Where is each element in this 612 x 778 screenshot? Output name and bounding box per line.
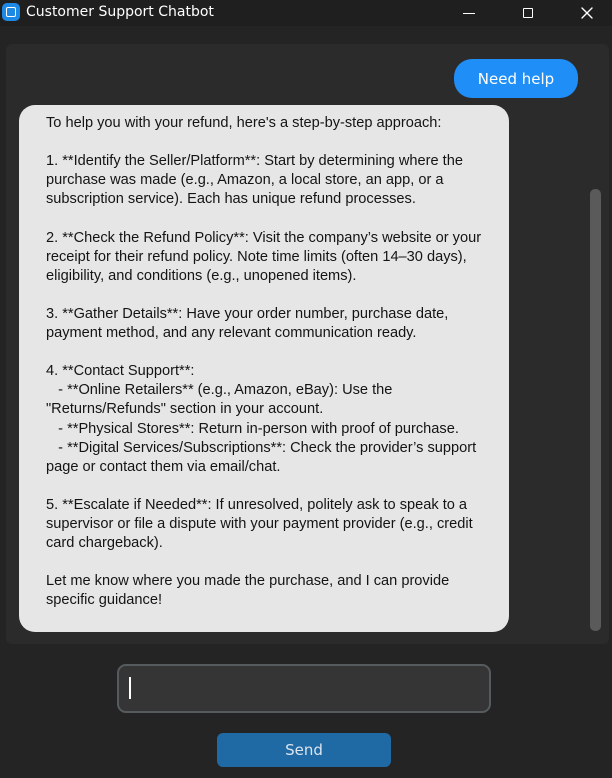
chat-history-panel[interactable]: Need help To help you with your refund, … (6, 44, 609, 644)
message-input[interactable] (117, 664, 491, 713)
app-icon (2, 3, 20, 21)
window-title: Customer Support Chatbot (26, 4, 214, 20)
close-button[interactable] (564, 0, 610, 26)
user-message-bubble: Need help (454, 59, 578, 98)
minimize-button[interactable] (446, 0, 492, 26)
bot-message-bubble: To help you with your refund, here's a s… (19, 105, 509, 632)
chat-scrollbar[interactable] (590, 189, 601, 631)
minimize-icon (463, 12, 475, 14)
send-button[interactable]: Send (217, 733, 391, 767)
title-bar: Customer Support Chatbot (0, 0, 612, 26)
maximize-button[interactable] (505, 0, 551, 26)
app-window: Customer Support Chatbot Need help To he… (0, 0, 612, 778)
close-icon (581, 7, 593, 19)
maximize-icon (523, 8, 533, 18)
